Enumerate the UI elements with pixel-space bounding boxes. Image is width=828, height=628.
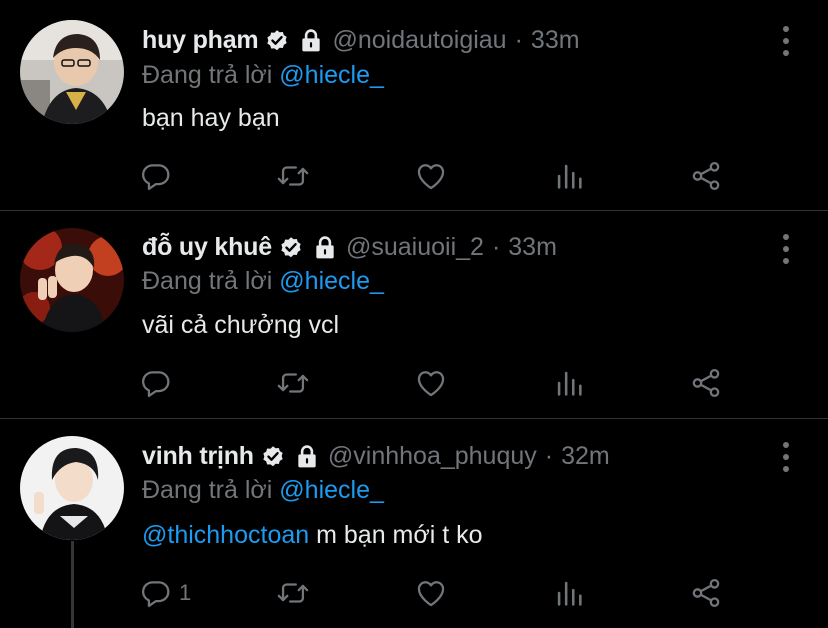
avatar[interactable] <box>20 20 124 124</box>
like-button[interactable] <box>414 365 448 401</box>
lock-icon <box>298 27 324 53</box>
share-icon <box>689 159 723 193</box>
analytics-icon <box>552 366 586 400</box>
replying-prefix: Đang trả lời <box>142 61 273 89</box>
avatar[interactable] <box>20 228 124 332</box>
like-button[interactable] <box>414 575 448 611</box>
tweet-actions <box>0 158 828 198</box>
timestamp[interactable]: 33m <box>531 26 580 55</box>
retweet-button[interactable] <box>276 158 310 194</box>
share-icon <box>689 576 723 610</box>
retweet-icon <box>276 366 310 400</box>
tweet-text: bạn hay bạn <box>142 104 280 133</box>
timestamp[interactable]: 33m <box>508 233 557 262</box>
replying-mention-link[interactable]: @hiecle_ <box>279 476 384 504</box>
replying-prefix: Đang trả lời <box>142 267 273 295</box>
replying-to: Đang trả lời @hiecle_ <box>142 267 384 296</box>
replying-mention-link[interactable]: @hiecle_ <box>279 267 384 295</box>
reply-icon <box>139 366 173 400</box>
username[interactable]: @noidautoigiau <box>332 26 506 55</box>
tweet-text-body: vãi cả chưởng vcl <box>142 311 340 339</box>
share-icon <box>689 366 723 400</box>
display-name[interactable]: vinh trịnh <box>142 442 254 471</box>
verified-badge-icon <box>278 234 304 260</box>
display-name[interactable]: đỗ uy khuê <box>142 233 272 262</box>
display-name[interactable]: huy phạm <box>142 26 259 55</box>
analytics-icon <box>552 576 586 610</box>
tweet-text: vãi cả chưởng vcl <box>142 311 339 340</box>
avatar[interactable] <box>20 436 124 540</box>
reply-icon <box>139 159 173 193</box>
timestamp[interactable]: 32m <box>561 442 610 471</box>
separator-dot: · <box>491 232 501 261</box>
reply-button[interactable] <box>139 158 173 194</box>
retweet-button[interactable] <box>276 365 310 401</box>
tweet-header: vinh trịnh @vinhhoa_phuquy · 32m <box>142 439 610 473</box>
more-icon[interactable] <box>776 442 796 472</box>
lock-icon <box>294 443 320 469</box>
reply-icon <box>139 576 173 610</box>
tweet-1[interactable]: huy phạm @noidautoigiau · 33m Đang trả l… <box>0 0 828 210</box>
tweet-actions: 1 <box>0 575 828 615</box>
like-icon <box>414 576 448 610</box>
separator-dot: · <box>514 25 523 54</box>
replying-prefix: Đang trả lời <box>142 476 273 504</box>
more-icon[interactable] <box>776 26 796 56</box>
tweet-3[interactable]: vinh trịnh @vinhhoa_phuquy · 32m Đang tr… <box>0 419 828 628</box>
retweet-icon <box>276 159 310 193</box>
text-mention-link[interactable]: @thichhoctoan <box>142 521 309 549</box>
share-button[interactable] <box>689 575 723 611</box>
verified-badge-icon <box>260 443 286 469</box>
retweet-icon <box>276 576 310 610</box>
reply-button[interactable]: 1 <box>139 575 191 611</box>
separator-dot: · <box>544 441 554 470</box>
share-button[interactable] <box>689 365 723 401</box>
username[interactable]: @vinhhoa_phuquy <box>328 442 537 471</box>
tweet-header: huy phạm @noidautoigiau · 33m <box>142 23 580 57</box>
tweet-actions <box>0 365 828 405</box>
tweet-text-body: m bạn mới t ko <box>316 521 483 549</box>
reply-count: 1 <box>179 580 192 605</box>
analytics-icon <box>552 159 586 193</box>
replying-to: Đang trả lời @hiecle_ <box>142 61 384 90</box>
like-button[interactable] <box>414 158 448 194</box>
lock-icon <box>312 234 338 260</box>
reply-button[interactable] <box>139 365 173 401</box>
like-icon <box>414 366 448 400</box>
more-icon[interactable] <box>776 234 796 264</box>
retweet-button[interactable] <box>276 575 310 611</box>
tweet-2[interactable]: đỗ uy khuê @suaiuoii_2 · 33m Đang trả lờ… <box>0 211 828 418</box>
tweet-text: @thichhoctoan m bạn mới t ko <box>142 521 483 550</box>
replying-mention-link[interactable]: @hiecle_ <box>279 61 384 89</box>
username[interactable]: @suaiuoii_2 <box>346 233 484 262</box>
analytics-button[interactable] <box>552 158 586 194</box>
share-button[interactable] <box>689 158 723 194</box>
like-icon <box>414 159 448 193</box>
tweet-header: đỗ uy khuê @suaiuoii_2 · 33m <box>142 230 557 264</box>
tweet-text-body: bạn hay bạn <box>142 104 280 132</box>
analytics-button[interactable] <box>552 365 586 401</box>
analytics-button[interactable] <box>552 575 586 611</box>
verified-badge-icon <box>264 27 290 53</box>
replying-to: Đang trả lời @hiecle_ <box>142 476 384 505</box>
